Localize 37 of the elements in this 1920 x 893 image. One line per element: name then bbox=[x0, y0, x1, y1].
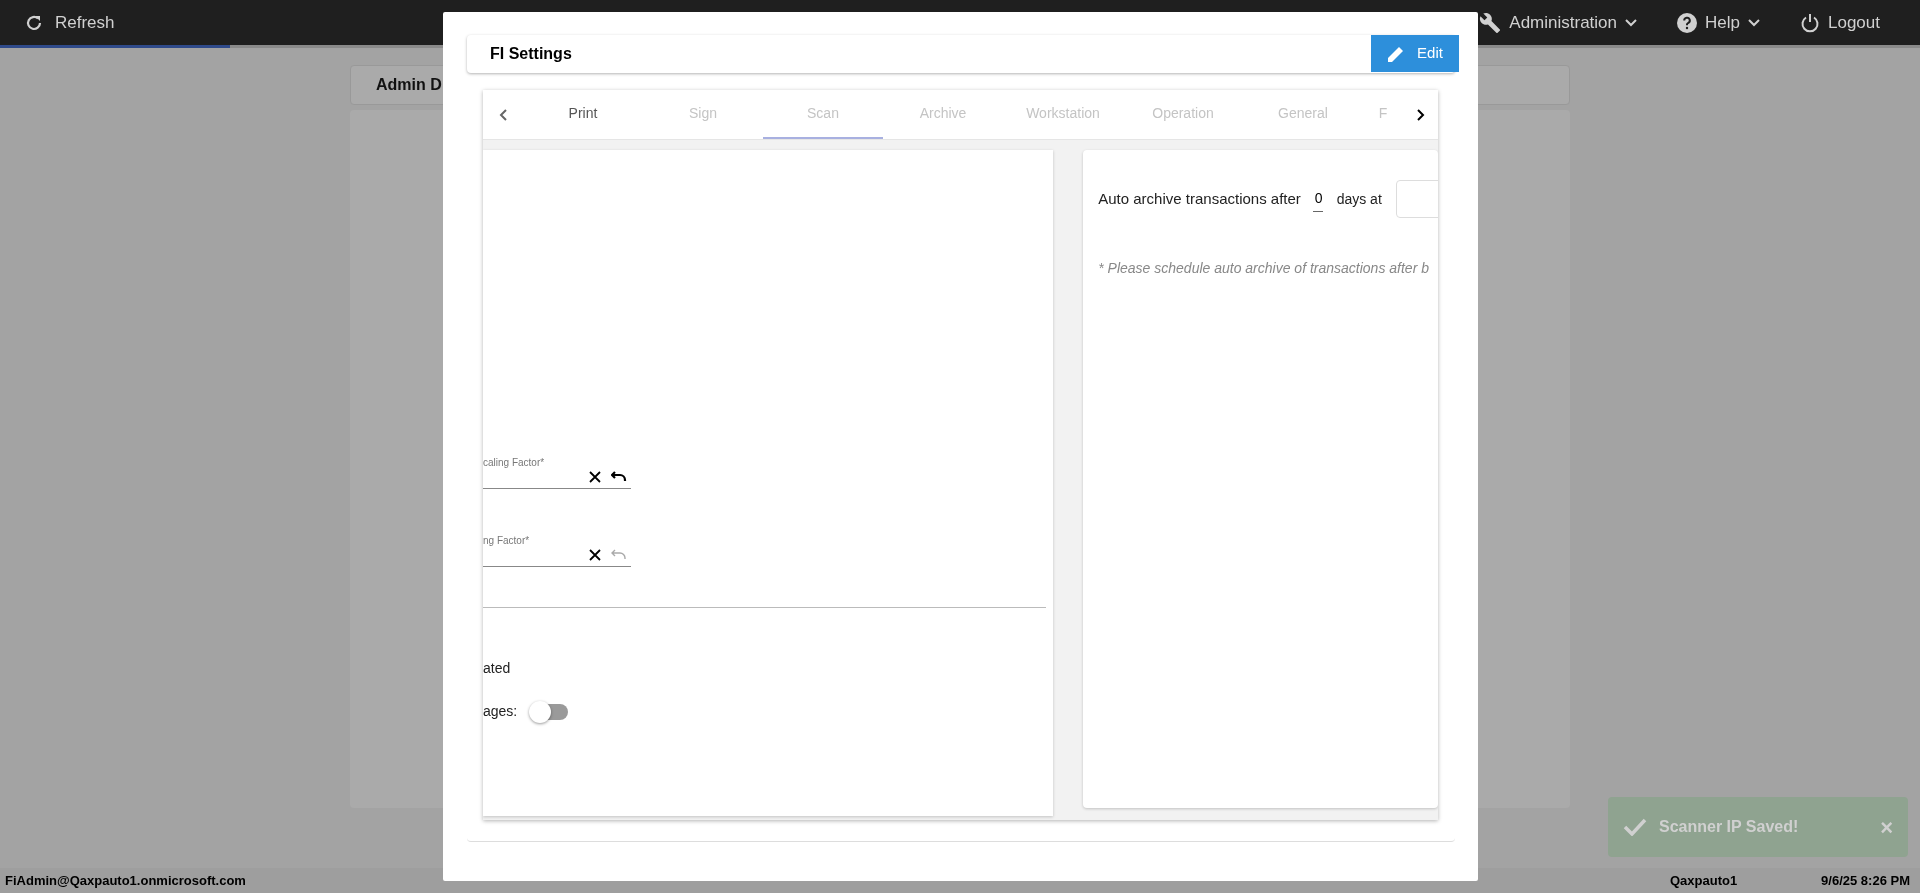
menu-dropdown[interactable]: Help bbox=[1677, 9, 1760, 36]
field-label: caling Factor* bbox=[483, 456, 545, 470]
close-button[interactable]: × bbox=[1880, 810, 1893, 844]
archive-note: * Please schedule auto archive of transactions after b bbox=[1098, 259, 1430, 278]
card-title: Admin D bbox=[376, 75, 442, 95]
days-field[interactable]: 0 bbox=[1312, 186, 1323, 212]
help-icon bbox=[1677, 12, 1698, 33]
scaling-factor-field[interactable]: caling Factor* bbox=[483, 455, 631, 489]
clear-icon[interactable] bbox=[589, 471, 601, 483]
status-fi: Qaxpauto1 bbox=[1670, 871, 1738, 890]
status-user: FiAdmin@Qaxpauto1.onmicrosoft.com bbox=[5, 871, 247, 890]
undo-icon[interactable] bbox=[611, 471, 627, 483]
toggle-label: ages: bbox=[483, 702, 518, 721]
toggle-switch[interactable] bbox=[531, 703, 569, 720]
chevron-down-icon bbox=[1625, 18, 1638, 27]
auto-archive-label: Auto archive transactions after bbox=[1098, 188, 1301, 209]
time-field[interactable] bbox=[1395, 180, 1438, 218]
chevron-left-icon bbox=[499, 108, 507, 121]
logout-button[interactable]: Logout bbox=[1800, 9, 1880, 36]
chevron-right-icon bbox=[1416, 108, 1425, 121]
edit-button[interactable]: Edit bbox=[1371, 35, 1459, 72]
dialog-title: FI Settings bbox=[490, 44, 572, 64]
clear-icon[interactable] bbox=[589, 549, 601, 561]
scaling-factor-field[interactable]: ng Factor* bbox=[483, 533, 631, 567]
menu-dropdown[interactable]: Administration bbox=[1479, 9, 1638, 36]
wrench-icon bbox=[1479, 11, 1502, 34]
refresh-button[interactable]: Refresh bbox=[25, 9, 115, 36]
refresh-icon bbox=[25, 13, 43, 32]
status-time: 9/6/25 8:26 PM bbox=[1821, 871, 1910, 890]
tab[interactable]: Print bbox=[523, 90, 643, 139]
toast-message: Scanner IP Saved! bbox=[1659, 817, 1799, 837]
chevron-down-icon bbox=[1748, 18, 1760, 27]
check-icon bbox=[1623, 818, 1647, 836]
power-icon bbox=[1800, 12, 1820, 33]
days-label: days at bbox=[1336, 189, 1382, 209]
field-label: ng Factor* bbox=[483, 534, 530, 548]
setting-label: ated bbox=[483, 659, 512, 678]
